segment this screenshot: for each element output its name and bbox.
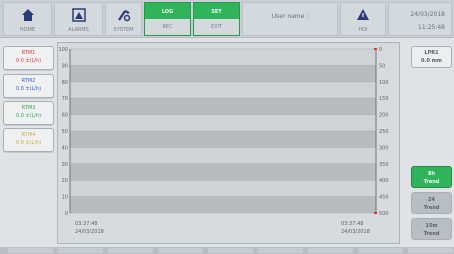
home-button[interactable]: HOME bbox=[3, 2, 52, 36]
status-segment bbox=[308, 248, 353, 253]
trend-chart: 100 90 80 70 60 50 40 30 20 10 0 0 50 100 150 200 250 300… bbox=[57, 42, 400, 244]
right-tick-label: 450 bbox=[379, 195, 389, 201]
right-tick-label: 200 bbox=[379, 113, 389, 119]
lpr1-value: 0.0 mm bbox=[420, 58, 443, 64]
series-card-rtm2[interactable]: RTM2 0.0 ±(L/h) bbox=[3, 74, 54, 98]
chart-band bbox=[70, 98, 376, 115]
trend-8h-button[interactable]: 8h Trend bbox=[411, 166, 452, 188]
status-segment bbox=[58, 248, 103, 253]
axis-marker-bottom bbox=[374, 212, 377, 214]
status-segment bbox=[208, 248, 253, 253]
trend-15m-line1: 15m bbox=[425, 223, 438, 229]
alarms-button[interactable]: ALARMS bbox=[54, 2, 103, 36]
trend-8h-line1: 8h bbox=[427, 171, 436, 177]
series-card-name: RTM2 bbox=[21, 78, 36, 84]
home-label: HOME bbox=[19, 27, 36, 33]
trend-chart-svg: 1009080706050403020100050100150200250300… bbox=[58, 47, 389, 235]
left-tick-label: 50 bbox=[62, 129, 68, 135]
lpr1-display[interactable]: LPR1 0.0 mm bbox=[411, 46, 452, 68]
right-tick-label: 300 bbox=[379, 145, 389, 151]
left-tick-label: 30 bbox=[62, 162, 68, 168]
left-tick-label: 0 bbox=[65, 211, 68, 217]
user-name-label: User name : bbox=[271, 13, 309, 20]
series-card-rtm1[interactable]: RTM1 0.0 ±(L/h) bbox=[3, 46, 54, 70]
right-tick-label: 250 bbox=[379, 129, 389, 135]
series-card-value: 0.0 ±(L/h) bbox=[15, 140, 42, 146]
trend-8h-line2: Trend bbox=[423, 179, 440, 185]
left-tick-label: 100 bbox=[58, 47, 68, 53]
status-segment bbox=[408, 248, 453, 253]
x-end-date: 24/03/2018 bbox=[341, 229, 370, 235]
trend-15m-button[interactable]: 15m Trend bbox=[411, 218, 452, 240]
series-card-rtm3[interactable]: RTM3 0.0 ±(L/h) bbox=[3, 101, 54, 125]
status-segment bbox=[158, 248, 203, 253]
hdi-label: HDI bbox=[358, 27, 368, 33]
left-tick-label: 90 bbox=[62, 63, 68, 69]
series-card-value: 0.0 ±(L/h) bbox=[15, 86, 42, 92]
chart-band bbox=[70, 180, 376, 197]
right-tick-label: 50 bbox=[379, 63, 385, 69]
left-tick-label: 80 bbox=[62, 80, 68, 86]
bottom-status-bar bbox=[0, 247, 454, 254]
trend-24-line1: 24 bbox=[428, 197, 435, 203]
left-tick-label: 10 bbox=[62, 195, 68, 201]
top-toolbar: HOME ALARMS SYSTEM LOG REC SET EXIT User… bbox=[0, 0, 454, 38]
alarm-panel-icon bbox=[71, 8, 86, 22]
status-segment bbox=[108, 248, 153, 253]
hdi-button[interactable]: HDI bbox=[340, 2, 386, 36]
trend-24-line2: Trend bbox=[423, 205, 440, 211]
chart-band bbox=[70, 81, 376, 99]
chart-band bbox=[70, 65, 376, 82]
system-label: SYSTEM bbox=[113, 27, 134, 33]
alarms-label: ALARMS bbox=[68, 27, 89, 33]
status-segment bbox=[258, 248, 303, 253]
right-tick-label: 0 bbox=[379, 47, 382, 53]
rec-button[interactable]: LOG REC bbox=[144, 2, 191, 36]
left-tick-label: 70 bbox=[62, 96, 68, 102]
series-card-name: RTM1 bbox=[21, 50, 36, 56]
series-card-rtm4[interactable]: RTM4 0.0 ±(L/h) bbox=[3, 128, 54, 152]
series-card-name: RTM4 bbox=[21, 132, 36, 138]
chart-band bbox=[70, 196, 376, 213]
lpr1-name: LPR1 bbox=[424, 50, 439, 56]
right-tick-label: 400 bbox=[379, 178, 389, 184]
warning-icon bbox=[357, 9, 369, 20]
series-card-value: 0.0 ±(L/h) bbox=[15, 58, 42, 64]
right-tick-label: 100 bbox=[379, 80, 389, 86]
right-tick-label: 350 bbox=[379, 162, 389, 168]
datetime-display: 24/03/2018 11:25:48 bbox=[388, 2, 452, 36]
left-tick-label: 20 bbox=[62, 178, 68, 184]
home-icon bbox=[21, 9, 34, 21]
date-text: 24/03/2018 bbox=[410, 11, 445, 18]
right-tick-label: 150 bbox=[379, 96, 389, 102]
x-start-time: 03:37:48 bbox=[75, 221, 97, 227]
exit-label: EXIT bbox=[194, 19, 239, 35]
trend-15m-line2: Trend bbox=[423, 231, 440, 237]
chart-band bbox=[70, 147, 376, 164]
chart-band bbox=[70, 131, 376, 148]
series-card-value: 0.0 ±(L/h) bbox=[15, 113, 42, 119]
tools-icon bbox=[117, 10, 130, 22]
exit-button[interactable]: SET EXIT bbox=[193, 2, 240, 36]
x-start-date: 24/03/2018 bbox=[75, 229, 104, 235]
status-segment bbox=[8, 248, 53, 253]
rec-label: REC bbox=[145, 19, 190, 35]
chart-band bbox=[70, 49, 376, 66]
chart-band bbox=[70, 163, 376, 181]
status-segment bbox=[358, 248, 403, 253]
time-text: 11:25:48 bbox=[418, 24, 445, 31]
user-name-field[interactable]: User name : bbox=[242, 2, 338, 36]
right-tick-label: 500 bbox=[379, 211, 389, 217]
left-tick-label: 40 bbox=[62, 145, 68, 151]
left-tick-label: 60 bbox=[62, 113, 68, 119]
chart-band bbox=[70, 114, 376, 131]
trend-24-button[interactable]: 24 Trend bbox=[411, 192, 452, 214]
series-card-name: RTM3 bbox=[21, 105, 36, 111]
system-button[interactable]: SYSTEM bbox=[105, 2, 142, 36]
x-end-time: 03:37:48 bbox=[341, 221, 363, 227]
axis-marker-top bbox=[374, 48, 377, 50]
